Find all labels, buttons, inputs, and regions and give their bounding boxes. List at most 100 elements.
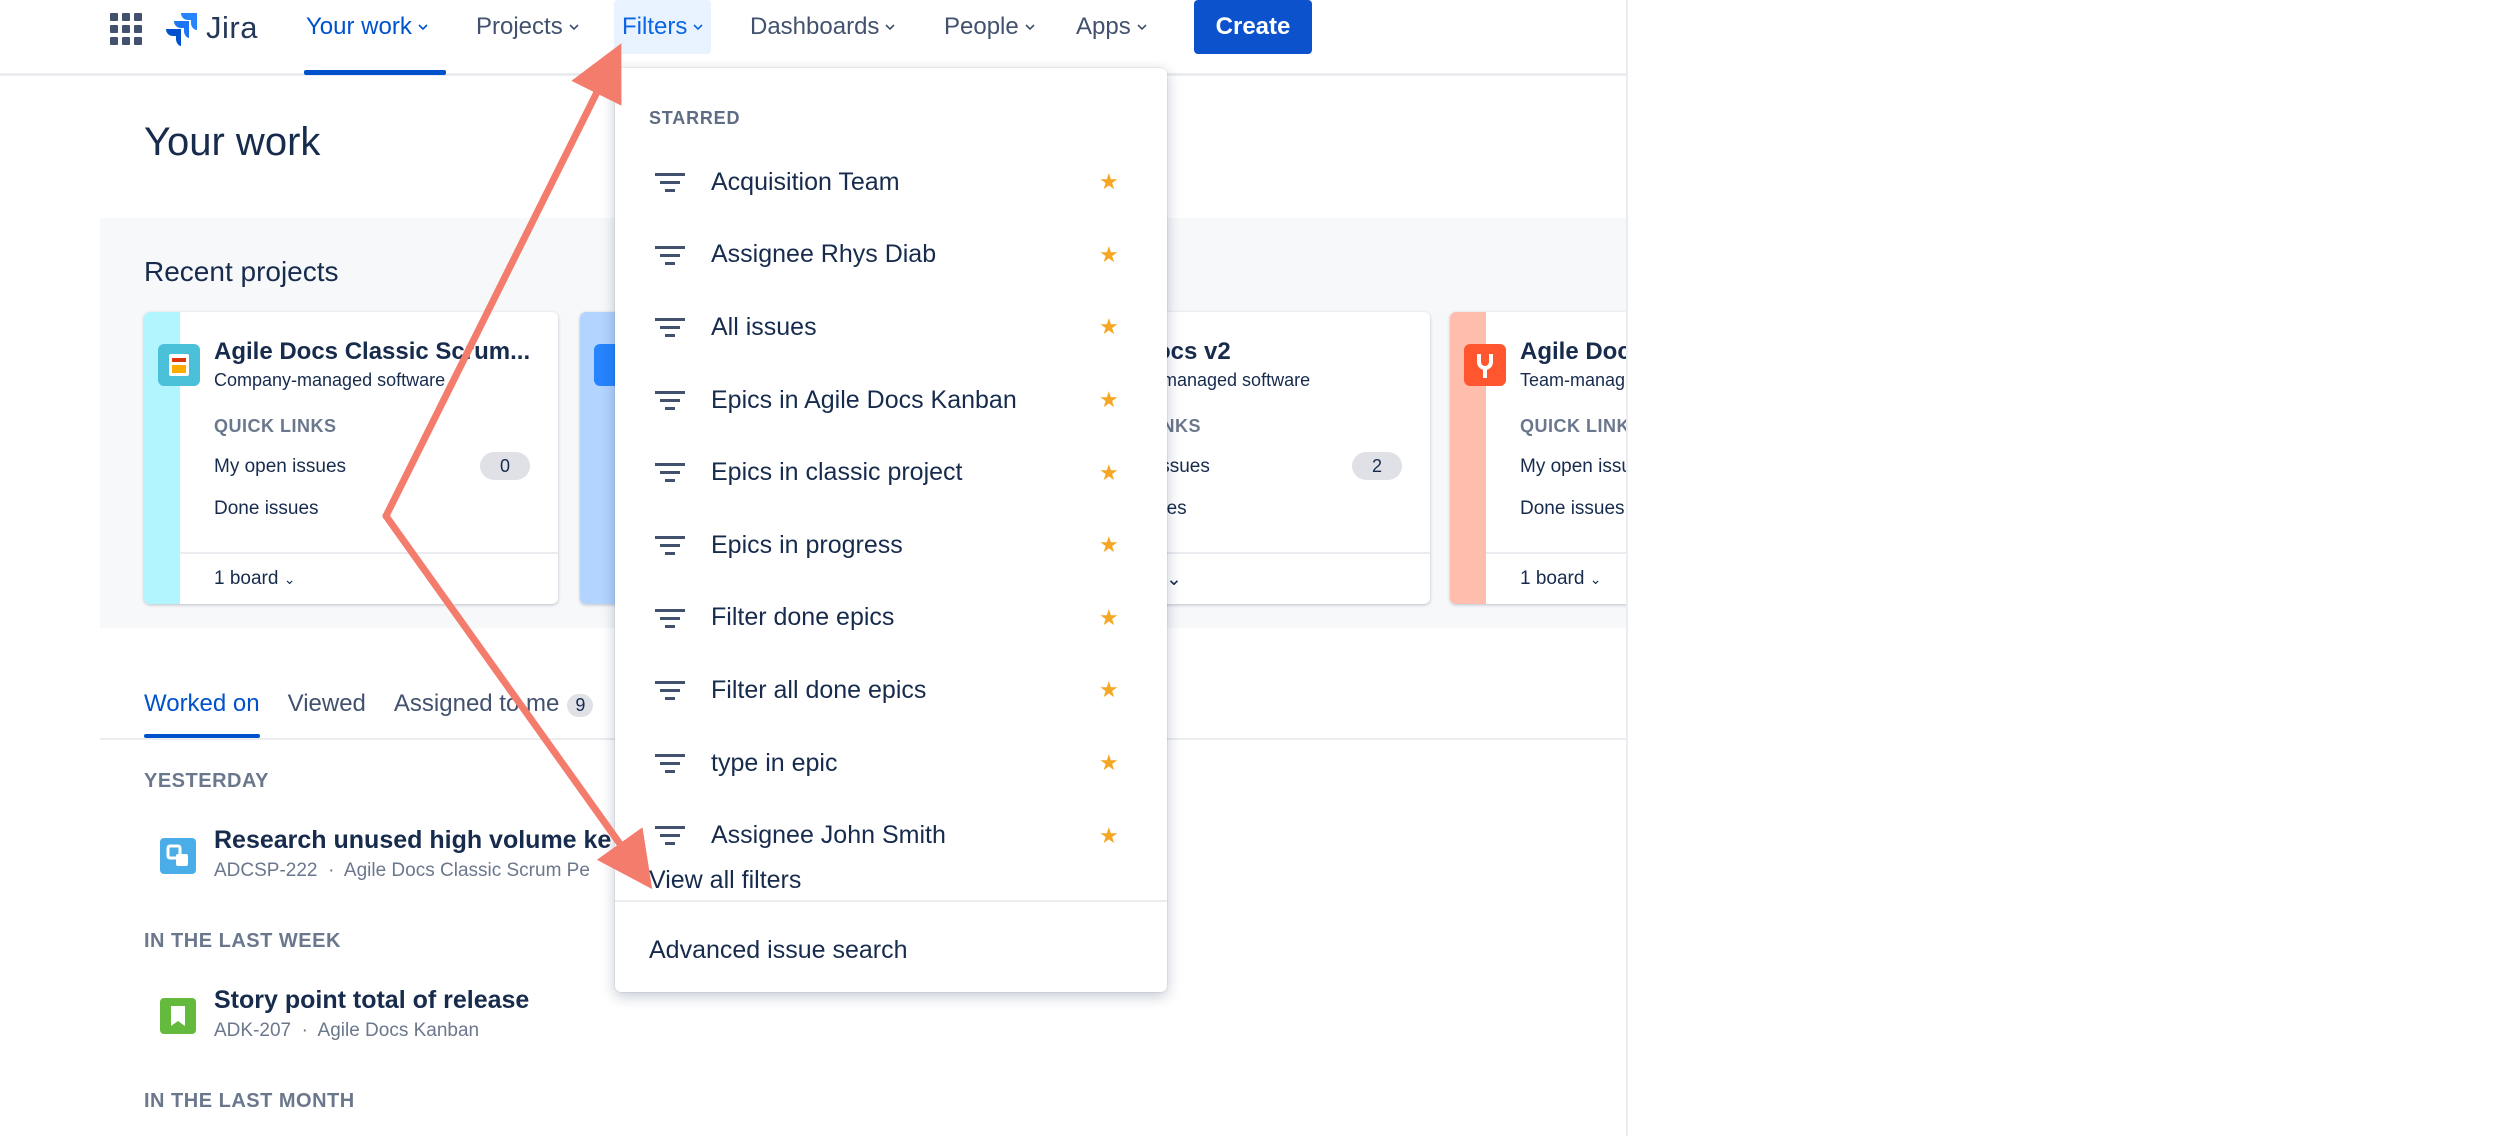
star-icon[interactable]: ★ <box>1099 314 1119 340</box>
nav-apps[interactable]: Apps <box>1072 0 1151 54</box>
nav-your-work-label: Your work <box>306 13 412 40</box>
issue-key: ADCSP-222 <box>214 860 318 881</box>
app-switcher-icon[interactable] <box>110 13 142 45</box>
issue-project: Agile Docs Kanban <box>317 1020 480 1041</box>
tab-worked-on[interactable]: Worked on <box>144 690 260 738</box>
issue-meta: ADK-207 · Agile Docs Kanban <box>214 1020 479 1042</box>
filter-icon <box>655 463 685 483</box>
nav-projects[interactable]: Projects <box>472 0 583 54</box>
done-issues-link[interactable]: Done issues <box>1520 498 1625 520</box>
star-icon[interactable]: ★ <box>1099 823 1119 849</box>
filter-icon <box>655 318 685 338</box>
project-type: -managed software <box>1156 370 1311 390</box>
subtask-icon <box>160 838 196 874</box>
filter-icon <box>655 681 685 701</box>
project-type: Team-manag <box>1520 370 1626 390</box>
nav-dashboards-label: Dashboards <box>750 13 880 40</box>
create-button[interactable]: Create <box>1194 0 1312 54</box>
project-name[interactable]: Agile Doc <box>1520 338 1626 366</box>
meta-separator: · <box>328 860 335 881</box>
chevron-down-icon: ⌄ <box>283 571 296 587</box>
filter-menu-item[interactable]: type in epic ★ <box>615 727 1167 800</box>
starred-heading: STARRED <box>649 108 741 128</box>
chevron-down-icon <box>1137 24 1147 31</box>
star-icon[interactable]: ★ <box>1099 677 1119 703</box>
project-avatar-icon <box>158 344 200 386</box>
boards-dropdown[interactable]: 1 board ⌄ <box>214 568 295 590</box>
project-card[interactable]: Agile Doc Team-manag QUICK LINK My open … <box>1450 312 1628 604</box>
nav-filters[interactable]: Filters <box>614 0 712 54</box>
filter-menu-item[interactable]: Epics in progress ★ <box>615 509 1167 582</box>
project-name[interactable]: ocs v2 <box>1156 338 1231 366</box>
filter-name: Epics in classic project <box>711 458 963 487</box>
filter-menu-item[interactable]: All issues ★ <box>615 291 1167 364</box>
card-divider <box>180 552 558 554</box>
project-type: Company-managed software <box>214 370 446 390</box>
filter-name: Epics in Agile Docs Kanban <box>711 385 1017 414</box>
filter-icon <box>655 535 685 555</box>
filter-menu-item[interactable]: Epics in classic project ★ <box>615 436 1167 509</box>
story-icon <box>160 998 196 1034</box>
project-card[interactable]: Agile Docs Classic Scrum... Company-mana… <box>144 312 558 604</box>
star-icon[interactable]: ★ <box>1099 242 1119 268</box>
chevron-down-icon <box>569 24 579 31</box>
my-open-issues-link[interactable]: My open issu <box>1520 456 1626 478</box>
tab-label: Assigned to me <box>393 690 560 717</box>
meta-separator: · <box>301 1020 308 1041</box>
my-open-issues-link[interactable]: My open issues <box>214 456 346 478</box>
filter-name: All issues <box>711 312 817 341</box>
recent-projects-title: Recent projects <box>144 256 339 287</box>
chevron-down-icon <box>418 24 428 31</box>
star-icon[interactable]: ★ <box>1099 460 1119 486</box>
filter-menu-item[interactable]: Acquisition Team ★ <box>615 146 1167 219</box>
open-issues-count: 0 <box>480 452 530 480</box>
open-issues-count: 2 <box>1352 452 1402 480</box>
nav-dashboards[interactable]: Dashboards <box>746 0 899 54</box>
chevron-down-icon <box>885 24 895 31</box>
assigned-count-badge: 9 <box>567 694 594 717</box>
filter-name: Acquisition Team <box>711 167 900 196</box>
star-icon[interactable]: ★ <box>1099 750 1119 776</box>
project-name[interactable]: Agile Docs Classic Scrum... <box>214 338 530 366</box>
chevron-down-icon <box>693 24 703 31</box>
filter-menu-item[interactable]: Assignee Rhys Diab ★ <box>615 219 1167 292</box>
filter-menu-item[interactable]: Filter all done epics ★ <box>615 654 1167 727</box>
filter-icon <box>655 173 685 192</box>
nav-people[interactable]: People <box>940 0 1039 54</box>
filter-name: Filter done epics <box>711 603 895 632</box>
section-last-week: IN THE LAST WEEK <box>144 930 341 952</box>
filter-icon <box>655 753 685 773</box>
list-item[interactable]: Story point total of release ADK-207 · A… <box>160 986 760 1046</box>
star-icon[interactable]: ★ <box>1099 532 1119 558</box>
filter-icon <box>655 245 685 265</box>
done-issues-link[interactable]: Done issues <box>214 498 319 520</box>
chevron-down-icon: ⌄ <box>1589 571 1602 587</box>
quick-links-label: QUICK LINK <box>1520 416 1628 436</box>
boards-dropdown[interactable]: 1 board ⌄ <box>1520 568 1601 590</box>
tab-assigned-to-me[interactable]: Assigned to me 9 <box>393 690 594 734</box>
quick-links-label: QUICK LINKS <box>214 416 337 436</box>
nav-your-work[interactable]: Your work <box>302 0 432 54</box>
star-icon[interactable]: ★ <box>1099 387 1119 413</box>
filter-name: Assignee Rhys Diab <box>711 240 937 269</box>
filter-icon <box>655 608 685 628</box>
dropdown-divider <box>615 900 1167 902</box>
filter-menu-item[interactable]: Filter done epics ★ <box>615 582 1167 655</box>
filter-menu-item[interactable]: Epics in Agile Docs Kanban ★ <box>615 364 1167 437</box>
active-nav-indicator <box>304 70 446 75</box>
view-all-filters-link[interactable]: View all filters <box>649 866 801 895</box>
chevron-down-icon[interactable]: ⌄ <box>1166 568 1182 591</box>
filter-menu-item[interactable]: Assignee John Smith ★ <box>615 799 1167 872</box>
advanced-issue-search-link[interactable]: Advanced issue search <box>649 936 907 965</box>
star-icon[interactable]: ★ <box>1099 169 1119 195</box>
boards-label: 1 board <box>1520 568 1585 589</box>
issue-meta: ADCSP-222 · Agile Docs Classic Scrum Pe <box>214 860 590 882</box>
nav-filters-label: Filters <box>622 13 688 40</box>
star-icon[interactable]: ★ <box>1099 605 1119 631</box>
section-yesterday: YESTERDAY <box>144 770 269 792</box>
nav-people-label: People <box>944 13 1019 40</box>
jira-logo[interactable]: Jira <box>164 8 258 48</box>
tab-viewed[interactable]: Viewed <box>288 690 366 734</box>
boards-label: 1 board <box>214 568 279 589</box>
filter-icon <box>655 390 685 410</box>
